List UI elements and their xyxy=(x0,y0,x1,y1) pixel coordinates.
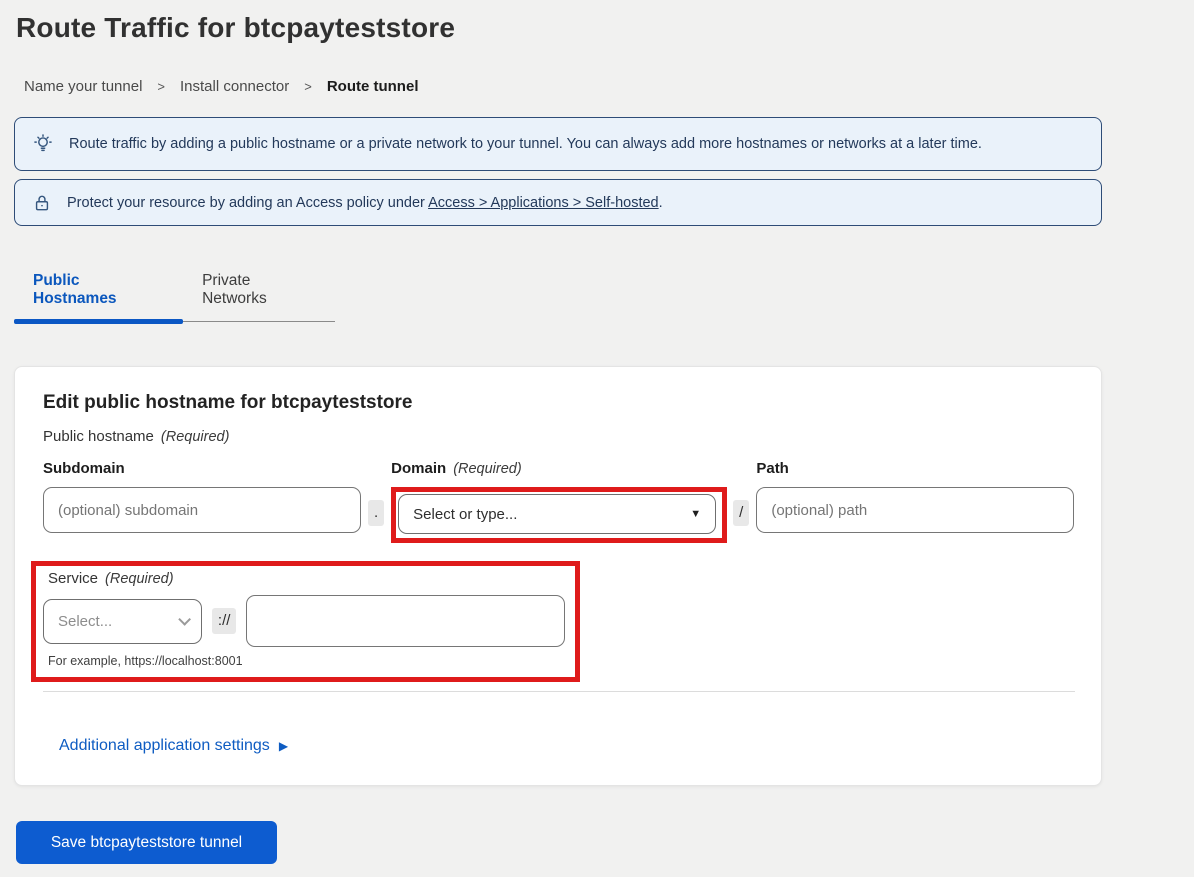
access-policy-text: Protect your resource by adding an Acces… xyxy=(67,195,663,211)
domain-field: Domain(Required) Select or type... ▼ xyxy=(391,460,727,543)
service-url-input[interactable] xyxy=(246,595,565,647)
breadcrumb-separator: > xyxy=(304,79,312,94)
additional-application-settings-link[interactable]: Additional application settings ▶ xyxy=(59,737,288,755)
breadcrumb-separator: > xyxy=(157,79,165,94)
edit-public-hostname-card: Edit public hostname for btcpayteststore… xyxy=(14,366,1102,786)
triangle-right-icon: ▶ xyxy=(279,739,288,753)
path-field: Path xyxy=(756,460,1074,533)
access-applications-link[interactable]: Access > Applications > Self-hosted xyxy=(428,195,659,211)
required-marker: (Required) xyxy=(453,461,522,477)
access-policy-banner: Protect your resource by adding an Acces… xyxy=(14,179,1102,226)
required-marker: (Required) xyxy=(161,429,230,445)
breadcrumb-step-name-tunnel[interactable]: Name your tunnel xyxy=(24,78,142,95)
lock-icon xyxy=(32,193,52,213)
path-label: Path xyxy=(756,460,1074,478)
service-type-value: Select... xyxy=(58,613,112,630)
lightbulb-icon xyxy=(32,133,54,155)
hostname-fields-row: Subdomain . Domain(Required) Select or t… xyxy=(43,460,1073,543)
page-title: Route Traffic for btcpayteststore xyxy=(16,12,1194,44)
chevron-down-icon xyxy=(178,613,191,626)
route-traffic-page: Route Traffic for btcpayteststore Name y… xyxy=(0,12,1194,864)
required-marker: (Required) xyxy=(105,571,174,587)
service-example-hint: For example, https://localhost:8001 xyxy=(48,654,565,668)
subdomain-field: Subdomain xyxy=(43,460,361,533)
breadcrumb-step-route-tunnel: Route tunnel xyxy=(327,78,419,95)
domain-select-value: Select or type... xyxy=(413,506,517,523)
slash-separator: / xyxy=(733,500,749,526)
active-tab-indicator xyxy=(14,319,183,324)
info-banner-text: Route traffic by adding a public hostnam… xyxy=(69,136,982,152)
dot-separator: . xyxy=(368,500,384,526)
card-title: Edit public hostname for btcpayteststore xyxy=(43,392,1073,414)
service-annotation-box: Service(Required) Select... :// For exam… xyxy=(31,561,580,682)
service-controls-row: Select... :// xyxy=(43,595,565,647)
tab-private-networks[interactable]: Private Networks xyxy=(183,266,335,321)
breadcrumb: Name your tunnel > Install connector > R… xyxy=(24,78,1194,95)
domain-label: Domain(Required) xyxy=(391,460,727,478)
domain-select[interactable]: Select or type... ▼ xyxy=(398,494,716,534)
breadcrumb-step-install-connector[interactable]: Install connector xyxy=(180,78,289,95)
path-input[interactable] xyxy=(756,487,1074,533)
service-type-select[interactable]: Select... xyxy=(43,599,202,644)
public-hostname-label: Public hostname(Required) xyxy=(43,428,1073,445)
additional-settings-label: Additional application settings xyxy=(59,737,270,755)
save-tunnel-button[interactable]: Save btcpayteststore tunnel xyxy=(16,821,277,864)
info-banner-route-traffic: Route traffic by adding a public hostnam… xyxy=(14,117,1102,171)
domain-annotation-box: Select or type... ▼ xyxy=(391,487,727,543)
section-divider xyxy=(43,691,1075,692)
subdomain-input[interactable] xyxy=(43,487,361,533)
dropdown-arrow-icon: ▼ xyxy=(690,508,701,520)
protocol-separator: :// xyxy=(212,608,237,634)
tab-bar: Public Hostnames Private Networks xyxy=(14,266,335,322)
service-label: Service(Required) xyxy=(48,570,565,587)
subdomain-label: Subdomain xyxy=(43,460,361,478)
tab-public-hostnames[interactable]: Public Hostnames xyxy=(14,266,183,321)
